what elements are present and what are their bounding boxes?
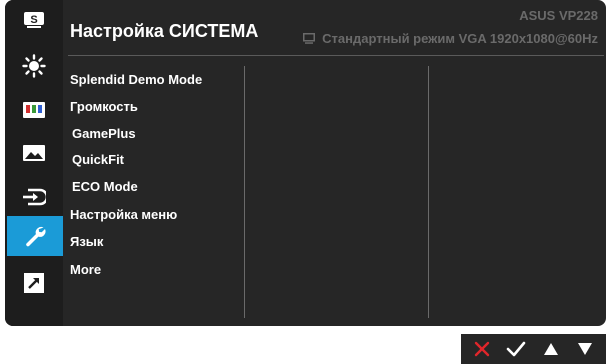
shortcut-arrow-icon (24, 273, 44, 293)
sidebar-item-color[interactable] (5, 90, 63, 130)
model-label: ASUS VP228 (519, 8, 598, 23)
menu-item-gameplus[interactable]: GamePlus (72, 126, 136, 141)
splendid-s-icon: S (24, 12, 44, 28)
sidebar-item-image[interactable] (5, 46, 63, 86)
menu-item-more[interactable]: More (70, 262, 101, 277)
menu-item-eco-mode[interactable]: ECO Mode (72, 179, 138, 194)
osd-panel: S Настройка СИСТЕМА ASUS VP228 Стандартн… (5, 0, 606, 326)
header-divider (68, 55, 604, 56)
sidebar-item-picture[interactable] (5, 133, 63, 173)
menu-item-quickfit[interactable]: QuickFit (72, 152, 124, 167)
status-text: Стандартный режим VGA 1920x1080@60Hz (322, 31, 598, 46)
close-x-icon (474, 341, 490, 357)
confirm-key[interactable] (503, 336, 529, 362)
wrench-icon (26, 226, 46, 247)
column-divider-1 (244, 66, 245, 318)
color-bars-icon (23, 102, 45, 118)
up-arrow-icon (543, 343, 558, 355)
check-icon (507, 341, 526, 357)
brightness-icon (22, 54, 46, 78)
key-guide (461, 334, 606, 364)
svg-text:S: S (30, 14, 37, 26)
menu-item-splendid-demo[interactable]: Splendid Demo Mode (70, 72, 202, 87)
menu-item-volume[interactable]: Громкость (70, 99, 138, 114)
close-key[interactable] (469, 336, 495, 362)
column-divider-2 (428, 66, 429, 318)
sidebar-item-shortcut[interactable] (5, 263, 63, 303)
down-key[interactable] (572, 336, 598, 362)
up-key[interactable] (538, 336, 564, 362)
menu-item-language[interactable]: Язык (70, 234, 103, 249)
header: Настройка СИСТЕМА ASUS VP228 Стандартный… (63, 0, 606, 56)
sidebar-item-system[interactable] (7, 216, 63, 256)
status-info: Стандартный режим VGA 1920x1080@60Hz (303, 31, 598, 46)
page-title: Настройка СИСТЕМА (70, 21, 259, 41)
down-arrow-icon (577, 343, 592, 355)
sidebar: S (5, 0, 63, 326)
image-icon (23, 145, 45, 161)
menu-item-osd-setup[interactable]: Настройка меню (70, 207, 177, 222)
sidebar-item-input[interactable] (5, 177, 63, 217)
monitor-icon (303, 33, 316, 44)
input-select-icon (23, 188, 46, 206)
sidebar-item-splendid[interactable]: S (5, 0, 63, 40)
